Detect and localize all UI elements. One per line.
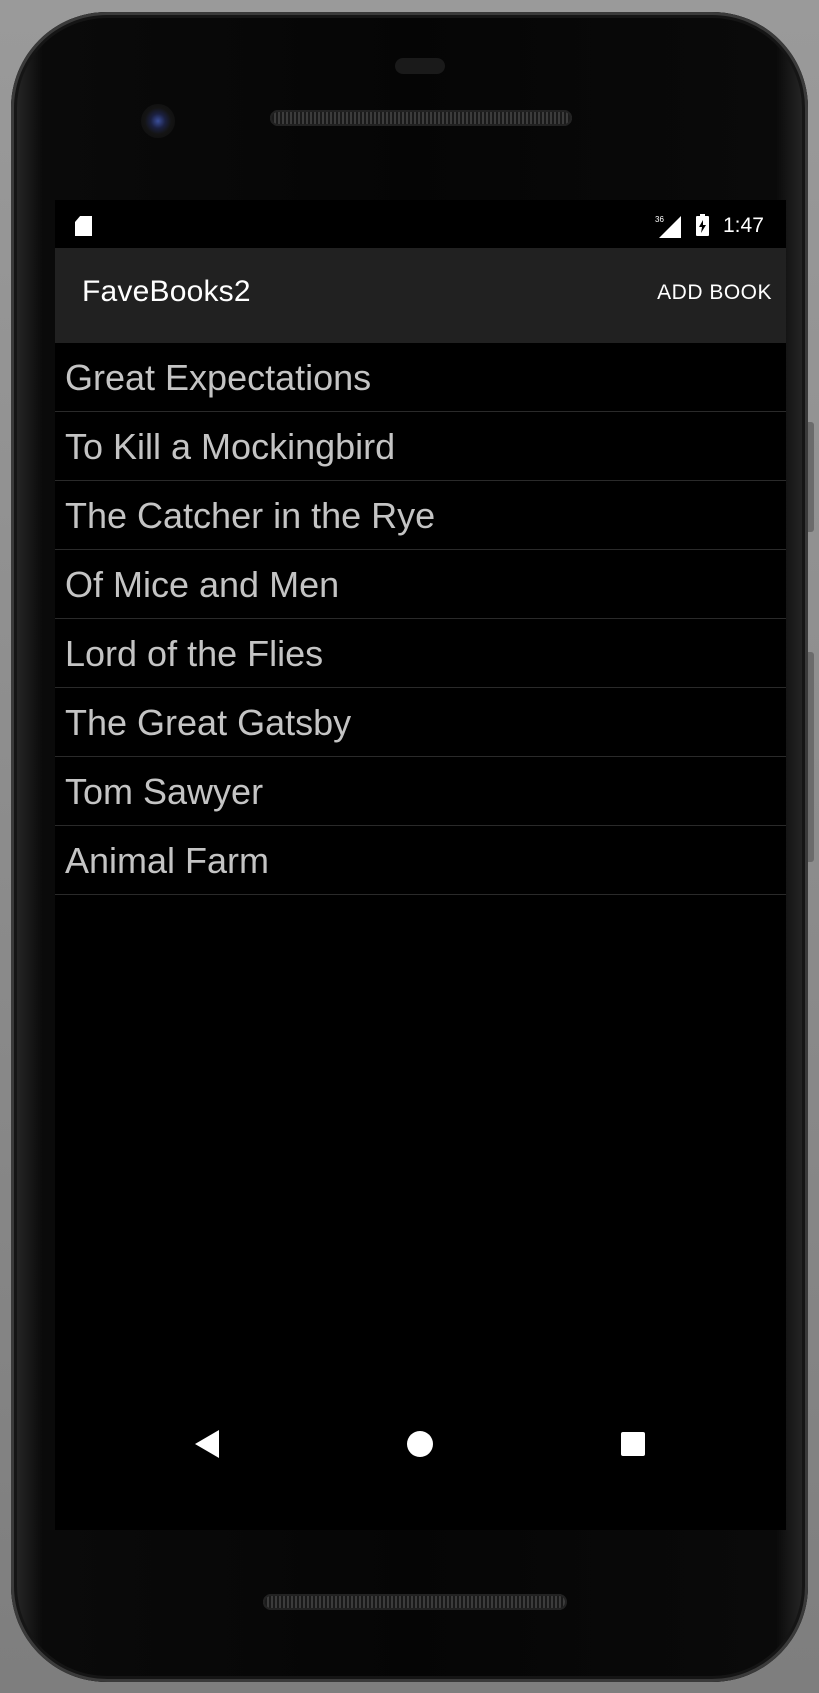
network-type-label: 36	[655, 215, 664, 224]
list-item[interactable]: Of Mice and Men	[55, 550, 786, 619]
cell-signal-icon: 36	[655, 215, 681, 238]
list-item[interactable]: Lord of the Flies	[55, 619, 786, 688]
book-title: Animal Farm	[65, 840, 270, 881]
emulator-background: 36 1:47 FaveBooks2 ADD BOOK Great Expect…	[0, 0, 819, 1693]
volume-button[interactable]	[808, 422, 814, 532]
earpiece	[395, 58, 445, 74]
top-speaker-grill	[270, 110, 572, 126]
list-item[interactable]: Great Expectations	[55, 343, 786, 412]
sd-card-icon	[75, 216, 92, 236]
book-title: Tom Sawyer	[65, 771, 264, 812]
front-camera-icon	[141, 104, 175, 138]
list-item[interactable]: The Catcher in the Rye	[55, 481, 786, 550]
app-bar: FaveBooks2 ADD BOOK	[55, 248, 786, 343]
list-item[interactable]: To Kill a Mockingbird	[55, 412, 786, 481]
phone-frame: 36 1:47 FaveBooks2 ADD BOOK Great Expect…	[11, 12, 814, 1682]
book-title: Great Expectations	[65, 357, 372, 398]
recents-square-icon[interactable]	[621, 1432, 645, 1456]
status-bar: 36 1:47	[55, 200, 786, 248]
book-title: The Catcher in the Rye	[65, 495, 436, 536]
book-title: The Great Gatsby	[65, 702, 352, 743]
list-item[interactable]: The Great Gatsby	[55, 688, 786, 757]
book-title: To Kill a Mockingbird	[65, 426, 396, 467]
power-button[interactable]	[808, 652, 814, 862]
book-title: Of Mice and Men	[65, 564, 340, 605]
battery-charging-icon	[696, 214, 709, 236]
bottom-speaker-grill	[263, 1594, 567, 1610]
back-triangle-icon[interactable]	[195, 1430, 219, 1458]
app-title: FaveBooks2	[82, 275, 251, 308]
book-title: Lord of the Flies	[65, 633, 324, 674]
book-list: Great Expectations To Kill a Mockingbird…	[55, 343, 786, 895]
status-time: 1:47	[723, 214, 764, 237]
list-item[interactable]: Tom Sawyer	[55, 757, 786, 826]
navigation-bar	[55, 1414, 786, 1474]
home-circle-icon[interactable]	[407, 1431, 433, 1457]
add-book-button[interactable]: ADD BOOK	[657, 281, 772, 305]
list-item[interactable]: Animal Farm	[55, 826, 786, 895]
device-screen: 36 1:47 FaveBooks2 ADD BOOK Great Expect…	[55, 200, 786, 1530]
